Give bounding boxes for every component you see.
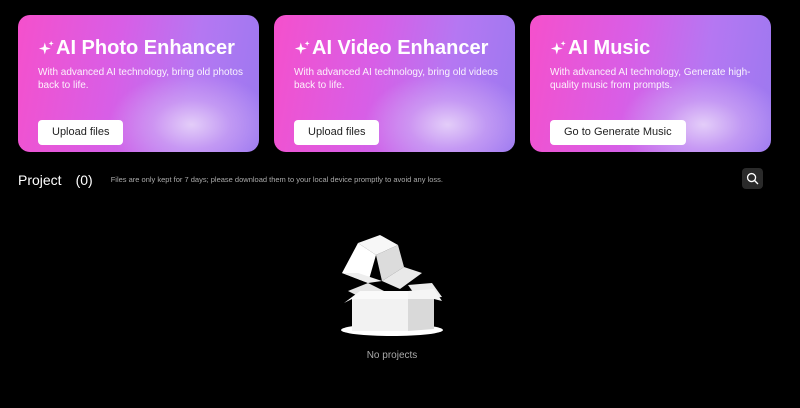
card-title: AI Photo Enhancer — [38, 37, 235, 60]
empty-box-icon — [341, 235, 443, 336]
upload-video-button[interactable]: Upload files — [294, 120, 380, 145]
sparkle-icon — [550, 40, 566, 55]
project-count: (0) — [75, 172, 93, 188]
card-title: AI Video Enhancer — [294, 37, 488, 60]
card-title: AI Music — [550, 37, 650, 60]
search-icon — [746, 172, 759, 185]
search-button[interactable] — [742, 168, 763, 189]
card-title-text: AI Video Enhancer — [312, 37, 489, 59]
sparkle-icon — [294, 40, 310, 55]
video-enhancer-card: AI Video Enhancer With advanced AI techn… — [274, 15, 515, 152]
card-description: With advanced AI technology, bring old p… — [38, 67, 243, 91]
card-title-text: AI Photo Enhancer — [56, 37, 235, 59]
generate-music-button[interactable]: Go to Generate Music — [550, 120, 686, 145]
card-description: With advanced AI technology, Generate hi… — [550, 67, 751, 91]
project-title: Project — [18, 172, 62, 188]
empty-state-text: No projects — [366, 350, 418, 361]
upload-photo-button[interactable]: Upload files — [38, 120, 124, 145]
retention-notice: Files are only kept for 7 days; please d… — [110, 175, 443, 184]
photo-enhancer-card: AI Photo Enhancer With advanced AI techn… — [18, 15, 259, 152]
card-description: With advanced AI technology, bring old v… — [294, 67, 498, 91]
ai-music-card: AI Music With advanced AI technology, Ge… — [530, 15, 771, 152]
card-title-text: AI Music — [568, 37, 651, 59]
sparkle-icon — [38, 40, 54, 55]
project-header: Project (0) Files are only kept for 7 da… — [18, 172, 443, 188]
